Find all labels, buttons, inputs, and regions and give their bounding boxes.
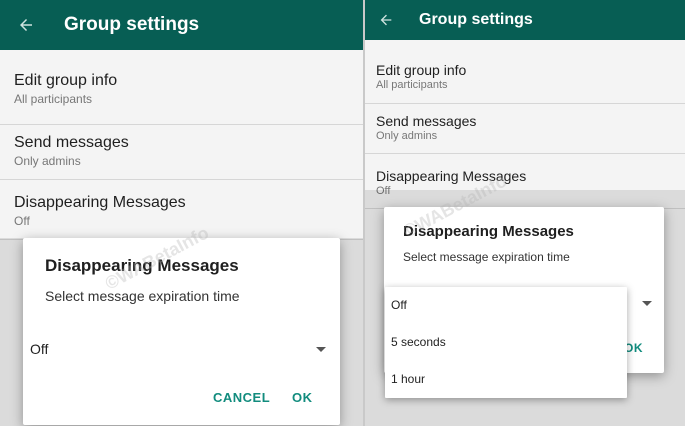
settings-list: Edit group info All participants Send me… [0,62,363,240]
setting-subtitle: Only admins [376,130,438,142]
setting-title: Disappearing Messages [14,194,186,211]
setting-send-messages[interactable]: Send messages Only admins [363,104,685,154]
phone-screen-right: Group settings Edit group info All parti… [363,0,685,426]
dropdown-arrow-icon [316,346,326,352]
setting-title: Edit group info [14,72,118,89]
back-arrow-icon[interactable] [14,13,38,37]
setting-edit-group-info[interactable]: Edit group info All participants [363,54,685,104]
page-title: Group settings [64,14,200,35]
app-bar: Group settings [0,0,363,50]
ok-button[interactable]: OK [292,390,313,405]
cancel-button[interactable]: CANCEL [213,390,270,405]
disappearing-messages-dialog: Disappearing Messages Select message exp… [23,238,340,425]
phone-screen-left: Group settings Edit group info All parti… [0,0,363,426]
dialog-title: Disappearing Messages [403,223,574,240]
setting-title: Send messages [376,113,477,129]
dropdown-arrow-icon [642,300,652,306]
menu-option-off[interactable]: Off [385,287,627,324]
setting-edit-group-info[interactable]: Edit group info All participants [0,62,363,125]
setting-title: Disappearing Messages [376,168,527,184]
screenshot-composite: Group settings Edit group info All parti… [0,0,685,426]
setting-subtitle: All participants [376,79,448,91]
dialog-subtitle: Select message expiration time [403,250,570,264]
expiration-options-menu: Off 5 seconds 1 hour [385,287,627,398]
setting-subtitle: Only admins [14,154,81,168]
menu-option-1-hour[interactable]: 1 hour [385,361,627,398]
back-arrow-icon[interactable] [374,8,398,32]
setting-title: Edit group info [376,62,467,78]
selected-value: Off [30,341,49,357]
page-title: Group settings [419,11,533,28]
dialog-title: Disappearing Messages [45,256,239,275]
expiration-time-select[interactable]: Off [30,333,332,365]
settings-list: Edit group info All participants Send me… [363,54,685,209]
setting-send-messages[interactable]: Send messages Only admins [0,125,363,180]
setting-disappearing-messages[interactable]: Disappearing Messages Off [0,180,363,240]
setting-subtitle: All participants [14,92,93,106]
dialog-subtitle: Select message expiration time [45,288,240,304]
menu-option-5-seconds[interactable]: 5 seconds [385,324,627,361]
setting-title: Send messages [14,134,129,151]
app-bar: Group settings [363,0,685,40]
setting-subtitle: Off [14,214,30,228]
